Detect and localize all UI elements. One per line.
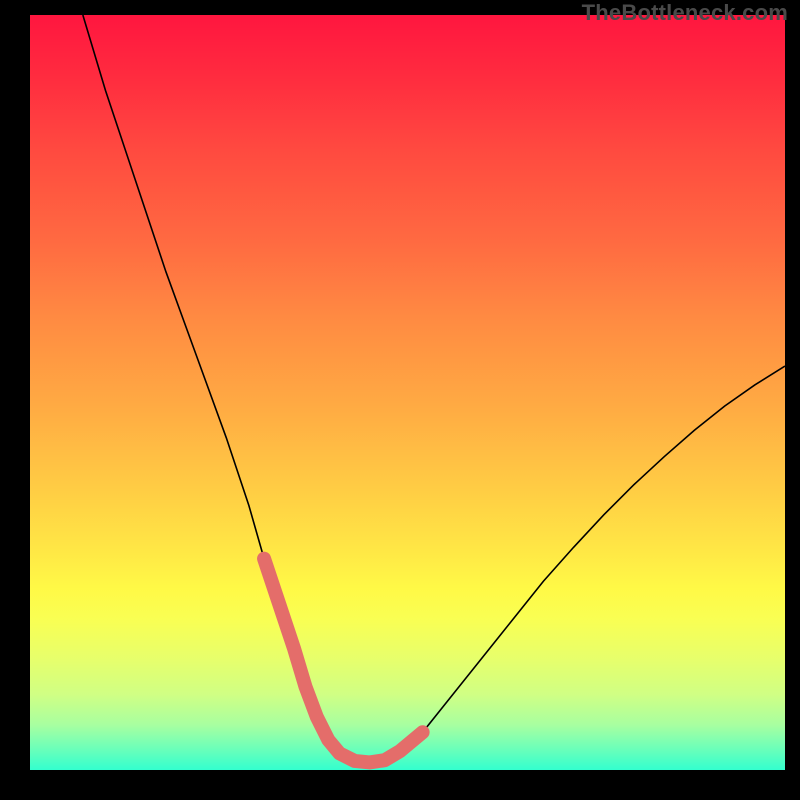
watermark-text: TheBottleneck.com	[582, 0, 788, 26]
bottleneck-curve-plot	[30, 15, 785, 770]
highlight-segment	[264, 559, 423, 763]
main-curve	[83, 15, 785, 762]
chart-background	[30, 15, 785, 770]
